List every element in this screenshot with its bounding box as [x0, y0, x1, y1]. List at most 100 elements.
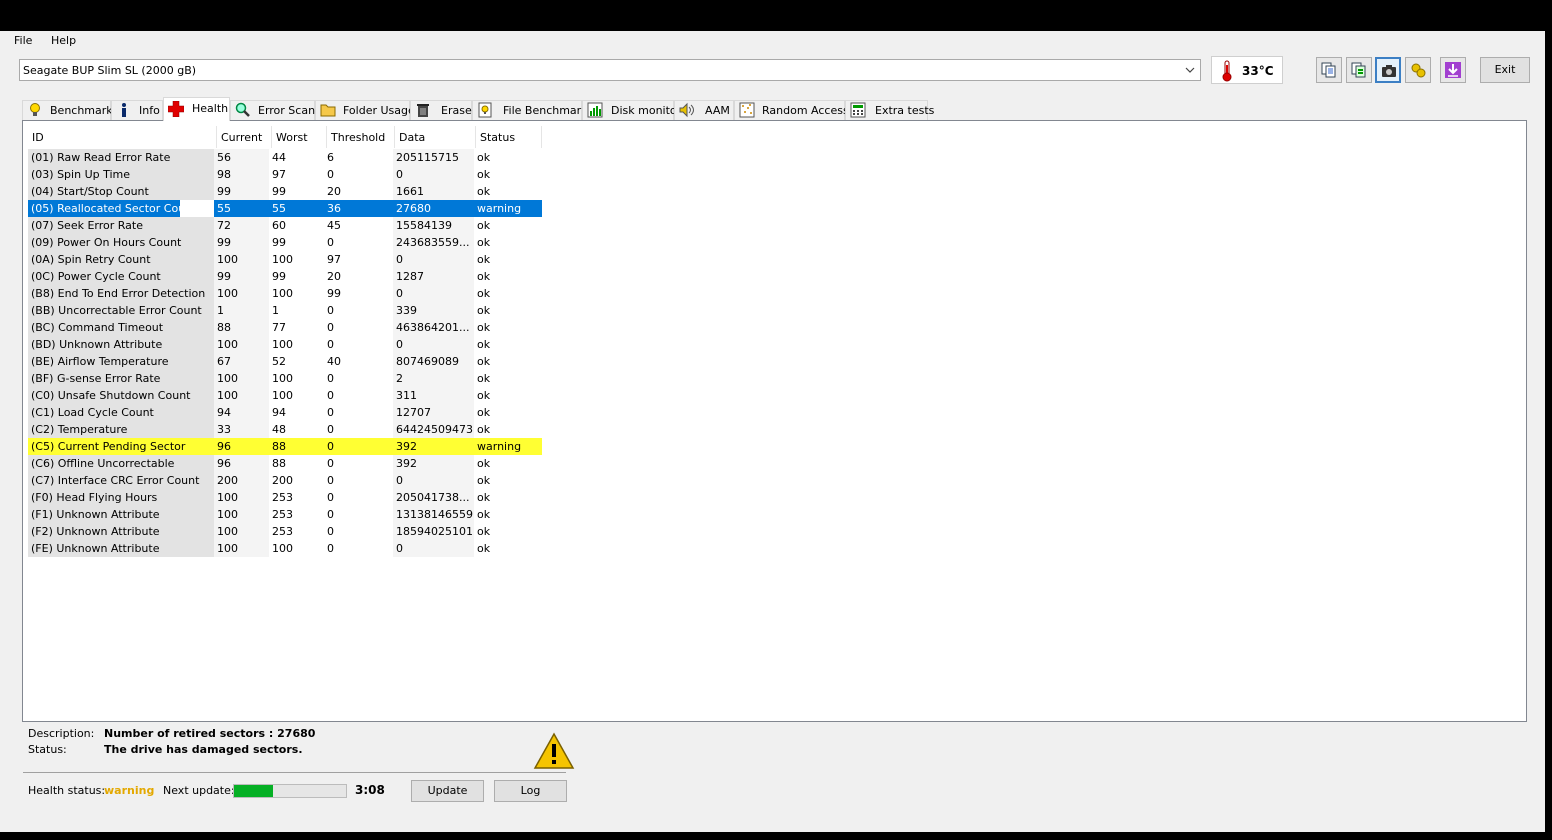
table-row[interactable]: (C5) Current Pending Sector 96 88 0 392 warni… — [28, 438, 542, 455]
cell-data: 0 — [393, 166, 474, 183]
table-row[interactable]: (01) Raw Read Error Rate 56 44 6 205115715 ok — [28, 149, 542, 166]
table-row[interactable]: (09) Power On Hours Count 99 99 0 243683559.… — [28, 234, 542, 251]
health-status-value: warning — [104, 784, 155, 797]
cell-worst: 100 — [269, 251, 324, 268]
table-row[interactable]: (C1) Load Cycle Count 94 94 0 12707 ok — [28, 404, 542, 421]
column-header-status[interactable]: Status — [476, 126, 542, 148]
drive-select[interactable]: Seagate BUP Slim SL (2000 gB) — [19, 59, 1201, 81]
cell-id: (BB) Uncorrectable Error Count — [28, 302, 214, 319]
table-row[interactable]: (BC) Command Timeout 88 77 0 463864201... ok — [28, 319, 542, 336]
cell-status: ok — [474, 234, 542, 251]
cell-worst: 100 — [269, 387, 324, 404]
menu-help[interactable]: Help — [51, 34, 76, 47]
cell-data: 13138146559 — [393, 506, 474, 523]
cell-status: ok — [474, 319, 542, 336]
download-arrow-icon — [1445, 62, 1461, 78]
table-row[interactable]: (FE) Unknown Attribute 100 100 0 0 ok — [28, 540, 542, 557]
cell-worst: 55 — [269, 200, 324, 217]
cell-id: (BE) Airflow Temperature — [28, 353, 214, 370]
table-row[interactable]: (BB) Uncorrectable Error Count 1 1 0 339 ok — [28, 302, 542, 319]
table-row[interactable]: (07) Seek Error Rate 72 60 45 15584139 ok — [28, 217, 542, 234]
cell-id: (BC) Command Timeout — [28, 319, 214, 336]
table-row[interactable]: (F0) Head Flying Hours 100 253 0 205041738..… — [28, 489, 542, 506]
info-icon — [122, 103, 126, 117]
table-row[interactable]: (03) Spin Up Time 98 97 0 0 ok — [28, 166, 542, 183]
dots-icon — [739, 102, 755, 118]
tab-disk-monitor[interactable]: Disk monitor — [582, 100, 681, 120]
screenshot-button[interactable] — [1375, 57, 1401, 83]
table-row[interactable]: (F1) Unknown Attribute 100 253 0 13138146559… — [28, 506, 542, 523]
tab-error-scan[interactable]: Error Scan — [230, 100, 315, 120]
cell-worst: 99 — [269, 234, 324, 251]
table-row[interactable]: (C2) Temperature 33 48 0 64424509473 ok — [28, 421, 542, 438]
cell-id: (BD) Unknown Attribute — [28, 336, 214, 353]
cell-id: (03) Spin Up Time — [28, 166, 214, 183]
tab-file-benchmark[interactable]: File Benchmark — [472, 100, 588, 120]
cell-current: 94 — [214, 404, 269, 421]
cell-status: ok — [474, 404, 542, 421]
cell-worst: 88 — [269, 438, 324, 455]
app-window: File Help Seagate BUP Slim SL (2000 gB) … — [0, 31, 1545, 832]
tab-aam[interactable]: AAM — [674, 100, 734, 120]
table-row[interactable]: (0C) Power Cycle Count 99 99 20 1287 ok — [28, 268, 542, 285]
red-cross-icon — [168, 101, 184, 117]
cell-data: 0 — [393, 472, 474, 489]
cell-threshold: 0 — [324, 489, 393, 506]
cell-current: 100 — [214, 540, 269, 557]
options-button[interactable] — [1405, 57, 1431, 83]
log-button[interactable]: Log — [494, 780, 567, 802]
cell-current: 88 — [214, 319, 269, 336]
cell-id: (04) Start/Stop Count — [28, 183, 214, 200]
cell-worst: 48 — [269, 421, 324, 438]
divider — [23, 772, 566, 773]
description-label: Description: — [28, 727, 95, 740]
cell-worst: 99 — [269, 268, 324, 285]
table-row[interactable]: (05) Reallocated Sector Count 55 55 36 27680… — [28, 200, 542, 217]
cell-data: 18594025101 — [393, 523, 474, 540]
tab-extra-tests[interactable]: Extra tests — [845, 100, 934, 120]
table-row[interactable]: (F2) Unknown Attribute 100 253 0 18594025101… — [28, 523, 542, 540]
table-row[interactable]: (B8) End To End Error Detection 100 100 99 0… — [28, 285, 542, 302]
drive-select-value: Seagate BUP Slim SL (2000 gB) — [23, 64, 197, 77]
tab-random-access[interactable]: Random Access — [734, 100, 849, 120]
update-button[interactable]: Update — [411, 780, 484, 802]
cell-data: 15584139 — [393, 217, 474, 234]
table-row[interactable]: (0A) Spin Retry Count 100 100 97 0 ok — [28, 251, 542, 268]
cell-data: 27680 — [393, 200, 474, 217]
table-row[interactable]: (BD) Unknown Attribute 100 100 0 0 ok — [28, 336, 542, 353]
exit-button[interactable]: Exit — [1480, 57, 1530, 83]
cell-worst: 253 — [269, 489, 324, 506]
tab-health[interactable]: Health — [163, 97, 230, 121]
tab-benchmark[interactable]: Benchmark — [22, 100, 113, 120]
copy-green-icon — [1351, 62, 1366, 78]
copy-text-button[interactable] — [1316, 57, 1342, 83]
tab-folder-usage[interactable]: Folder Usage — [315, 100, 415, 120]
column-header-threshold[interactable]: Threshold — [327, 126, 395, 148]
table-row[interactable]: (BF) G-sense Error Rate 100 100 0 2 ok — [28, 370, 542, 387]
cell-status: ok — [474, 370, 542, 387]
tab-info[interactable]: Info — [111, 100, 163, 120]
table-row[interactable]: (C6) Offline Uncorrectable 96 88 0 392 ok — [28, 455, 542, 472]
column-header-id[interactable]: ID — [28, 126, 217, 148]
table-row[interactable]: (C7) Interface CRC Error Count 200 200 0 0 ok — [28, 472, 542, 489]
download-button[interactable] — [1440, 57, 1466, 83]
table-row[interactable]: (BE) Airflow Temperature 67 52 40 807469089 o… — [28, 353, 542, 370]
cell-status: ok — [474, 268, 542, 285]
cell-threshold: 99 — [324, 285, 393, 302]
cell-worst: 94 — [269, 404, 324, 421]
cell-id: (09) Power On Hours Count — [28, 234, 214, 251]
menu-file[interactable]: File — [14, 34, 32, 47]
cell-threshold: 6 — [324, 149, 393, 166]
tools-icon — [1411, 63, 1426, 78]
cell-id: (FE) Unknown Attribute — [28, 540, 214, 557]
speaker-icon — [679, 102, 694, 118]
table-row[interactable]: (C0) Unsafe Shutdown Count 100 100 0 311 ok — [28, 387, 542, 404]
column-header-data[interactable]: Data — [395, 126, 476, 148]
column-header-worst[interactable]: Worst — [272, 126, 327, 148]
cell-worst: 60 — [269, 217, 324, 234]
cell-worst: 100 — [269, 540, 324, 557]
tab-erase[interactable]: Erase — [410, 100, 472, 120]
table-row[interactable]: (04) Start/Stop Count 99 99 20 1661 ok — [28, 183, 542, 200]
copy-image-button[interactable] — [1346, 57, 1372, 83]
column-header-current[interactable]: Current — [217, 126, 272, 148]
